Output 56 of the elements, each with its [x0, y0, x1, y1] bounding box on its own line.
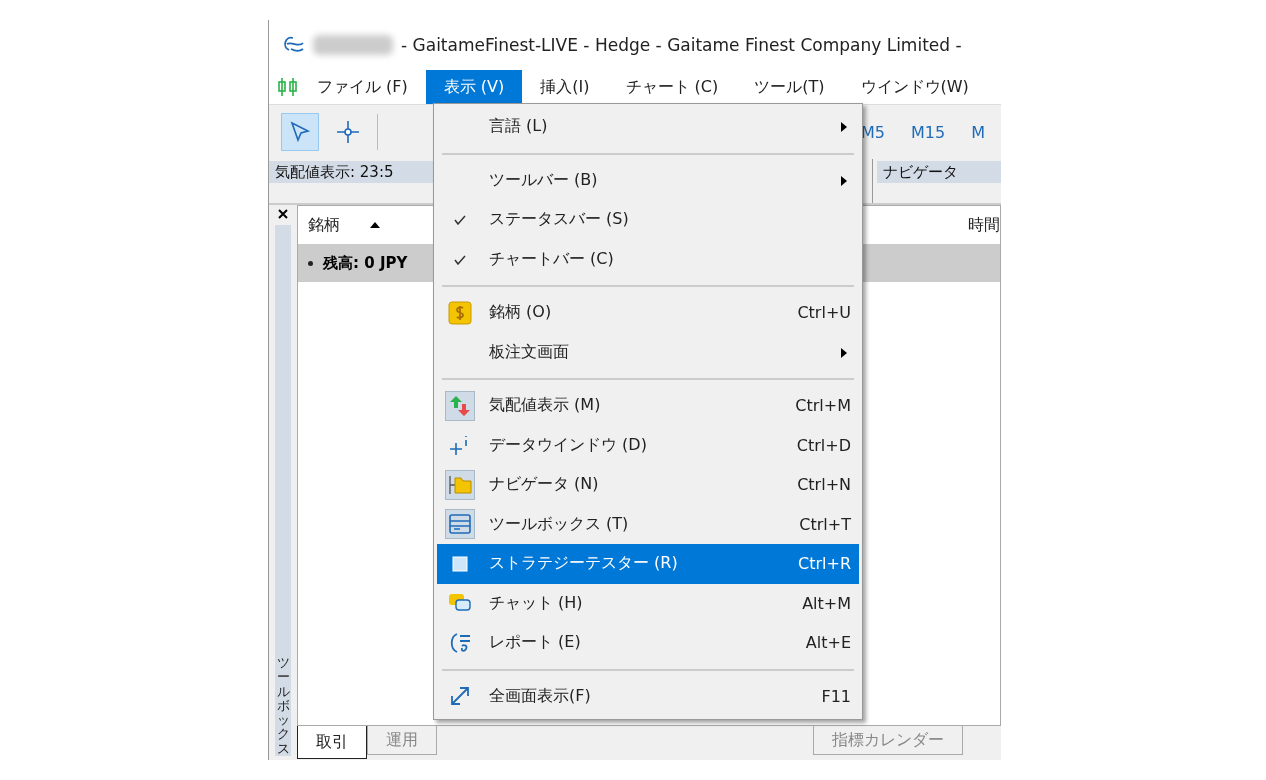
shortcut-text: Ctrl+M	[795, 396, 852, 416]
submenu-arrow-icon	[841, 175, 847, 186]
bullet-icon	[308, 260, 313, 266]
menu-bar-item[interactable]: 挿入(I)	[522, 70, 608, 104]
window-title: - GaitameFinest-LIVE - Hedge - Gaitame Finest Company Limited -	[401, 35, 962, 55]
menu-bar-item[interactable]: チャート (C)	[607, 70, 737, 104]
menu-item[interactable]: 気配値表示 (M) Ctrl+M	[437, 386, 859, 426]
submenu-arrow-icon	[841, 122, 847, 133]
menu-item[interactable]: チャートバー (C)	[437, 239, 859, 279]
close-icon	[278, 209, 288, 219]
menu-item[interactable]: ツールバー (B)	[437, 160, 859, 200]
shortcut-text: Alt+E	[805, 633, 852, 653]
crosshair-icon	[336, 120, 360, 144]
shortcut-text: Ctrl+T	[799, 514, 852, 534]
menu-bar-item[interactable]: 表示 (V)	[425, 70, 523, 104]
menu-item[interactable]: チャット (H) Alt+M	[437, 583, 859, 623]
menu-item[interactable]: ストラテジーテスター (R) Ctrl+R	[437, 544, 859, 584]
menu-item[interactable]: ステータスバー (S)	[437, 200, 859, 240]
sort-up-icon	[370, 222, 380, 228]
bottom-tab[interactable]: 取引	[297, 726, 367, 759]
menu-bar-item[interactable]: ツール(T)	[736, 70, 843, 104]
panel-title: ナビゲータ	[877, 161, 1001, 183]
check-icon	[454, 215, 466, 226]
shortcut-text: Ctrl+U	[797, 303, 852, 323]
candlestick-icon	[277, 77, 299, 97]
shortcut-text: F11	[821, 686, 852, 706]
timeframe-button[interactable]: M15	[911, 122, 946, 142]
menu-item[interactable]: 銘柄 (O) Ctrl+U	[437, 293, 859, 333]
timeframe-button[interactable]: M	[971, 122, 985, 142]
cursor-button[interactable]	[281, 113, 319, 151]
app-logo-icon	[281, 35, 305, 55]
timeframe-button[interactable]: M5	[861, 122, 885, 142]
report-icon	[448, 630, 472, 655]
shortcut-text: Alt+M	[802, 593, 852, 613]
menu-bar-item[interactable]: ファイル (F)	[299, 70, 426, 104]
menu-item[interactable]: データウインドウ (D) Ctrl+D	[437, 425, 859, 465]
shortcut-text: Ctrl+R	[798, 554, 852, 574]
shortcut-text: Ctrl+N	[797, 475, 852, 495]
menu-bar-item[interactable]: ウインドウ(W)	[842, 70, 987, 104]
menu-item[interactable]: ツールボックス (T) Ctrl+T	[437, 504, 859, 544]
panel-icon	[448, 512, 472, 537]
menu-item[interactable]: ナビゲータ (N) Ctrl+N	[437, 465, 859, 505]
dollar-icon	[448, 300, 472, 325]
menu-item[interactable]: 板注文画面	[437, 332, 859, 372]
arrows-up-down-icon	[448, 393, 472, 418]
column-header[interactable]: 銘柄	[308, 214, 340, 236]
cursor-icon	[289, 121, 311, 143]
menu-item[interactable]: レポート (E) Alt+E	[437, 623, 859, 663]
balance-text: 残高: 0 JPY	[323, 253, 408, 273]
menu-item[interactable]: 全画面表示(F) F11	[437, 676, 859, 716]
column-header[interactable]: 時間	[968, 214, 1000, 236]
shortcut-text: Ctrl+D	[796, 435, 852, 455]
check-icon	[454, 254, 466, 265]
menu-item[interactable]: 言語 (L)	[437, 107, 859, 147]
submenu-arrow-icon	[841, 347, 847, 358]
side-panel-label: ツールボックス	[276, 655, 290, 756]
